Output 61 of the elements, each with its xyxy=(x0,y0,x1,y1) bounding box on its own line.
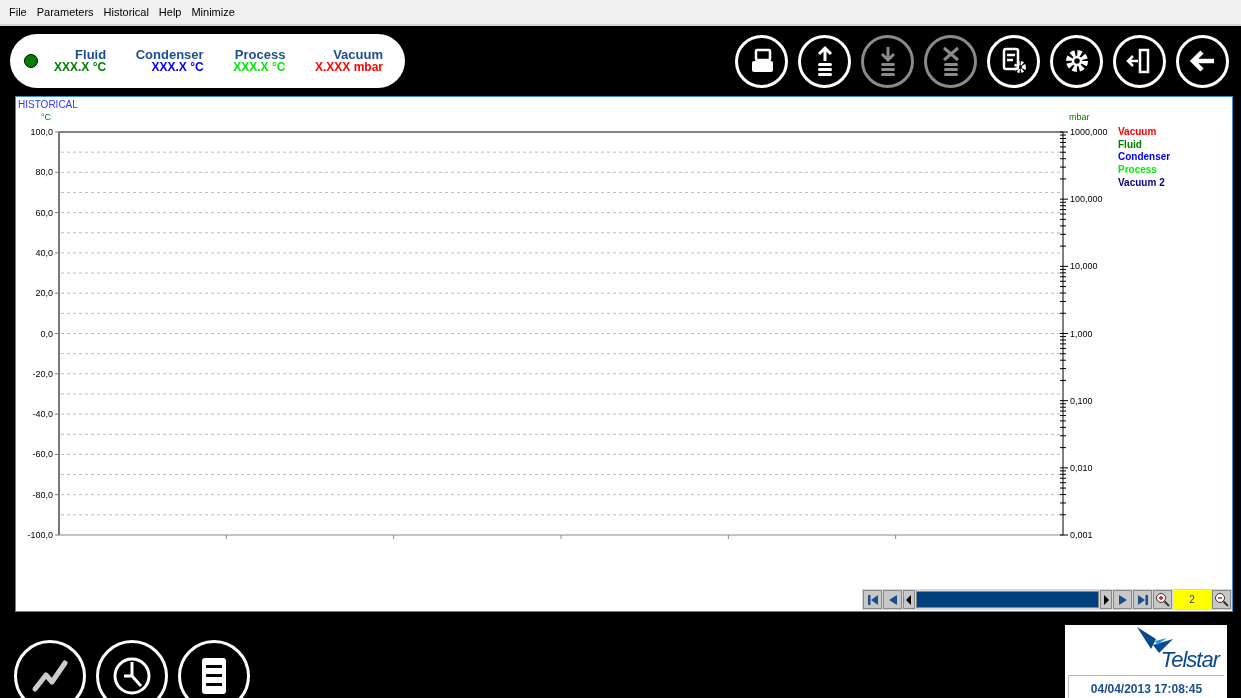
reading-label: Condenser xyxy=(135,48,204,61)
left-arrow-icon xyxy=(906,593,912,606)
axis-tick-label: -100,0 xyxy=(27,530,53,540)
axis-tick-label: 0,100 xyxy=(1070,395,1093,406)
right-arrow-icon xyxy=(1103,593,1109,606)
next-icon xyxy=(1116,593,1129,606)
axis-tick-label: 0,001 xyxy=(1070,530,1093,540)
zoom-in-button[interactable] xyxy=(1153,590,1172,609)
legend-label: Fluid xyxy=(1118,138,1142,150)
axis-tick-label: -40,0 xyxy=(32,409,53,420)
clock-icon xyxy=(111,655,153,697)
navigation-button[interactable] xyxy=(863,590,882,609)
navigation-button[interactable] xyxy=(903,590,915,609)
axis-tick-label: 1,000 xyxy=(1070,328,1093,339)
bottom-button[interactable] xyxy=(96,640,168,698)
bottom-button[interactable] xyxy=(178,640,250,698)
axis-tick-label: 0,0 xyxy=(40,328,53,339)
axis-tick-label: -60,0 xyxy=(32,449,53,460)
axis-tick-label: 80,0 xyxy=(35,167,53,178)
legend-label: Vacuum xyxy=(1118,126,1157,137)
menu-item[interactable]: Minimize xyxy=(191,3,235,21)
reading-value: XXX.X °C xyxy=(54,61,107,74)
axis-tick-label: 1000,000 xyxy=(1070,127,1108,137)
chart-title: HISTORICAL xyxy=(18,99,78,110)
axis-tick-label: 20,0 xyxy=(35,288,53,299)
axis-tick-label: 0,010 xyxy=(1070,462,1093,473)
zoom-out-button[interactable] xyxy=(1212,590,1231,609)
reading-value: XXX.X °C xyxy=(151,61,204,74)
logo-text: Telstar xyxy=(1160,649,1219,671)
axis-tick-label: 60,0 xyxy=(35,207,53,218)
first-icon xyxy=(866,593,879,606)
navigation-button[interactable] xyxy=(1113,590,1132,609)
navigation-button[interactable] xyxy=(1100,590,1112,609)
menu-item[interactable]: Parameters xyxy=(36,3,94,21)
bottom-button[interactable] xyxy=(14,640,86,698)
reading-label: Fluid xyxy=(75,48,107,61)
axis-tick-label: 40,0 xyxy=(35,247,53,258)
axis-tick-label: 100,000 xyxy=(1070,194,1103,205)
legend-label: Vacuum 2 xyxy=(1118,176,1165,188)
zoom-field[interactable]: 2 xyxy=(1173,590,1211,609)
menu-item[interactable]: Help xyxy=(158,3,182,21)
zoom-out-icon xyxy=(1214,592,1229,607)
menu-item[interactable]: Historical xyxy=(103,3,149,21)
navigation-button[interactable] xyxy=(1133,590,1152,609)
axis-tick-label: 100,0 xyxy=(30,127,53,137)
reading-label: Vacuum xyxy=(333,48,383,61)
zoom-in-icon xyxy=(1155,592,1170,607)
reading-value: XXX.X °C xyxy=(233,61,286,74)
axis-tick-label: 10,000 xyxy=(1070,261,1098,272)
legend-label: Condenser xyxy=(1118,151,1171,163)
reading-label: Process xyxy=(234,48,286,61)
menu-item[interactable]: File xyxy=(9,3,27,21)
axis-tick-label: -20,0 xyxy=(32,368,53,379)
legend-label: Process xyxy=(1118,164,1157,176)
last-icon xyxy=(1136,593,1149,606)
navigation-button[interactable] xyxy=(883,590,902,609)
axis-unit: mbar xyxy=(1069,112,1090,122)
reading-value: X.XXX mbar xyxy=(314,61,383,74)
axis-tick-label: -80,0 xyxy=(32,489,53,500)
date-time: 04/04/2013 17:08:45 xyxy=(1068,675,1224,698)
axis-unit: °C xyxy=(41,112,52,122)
